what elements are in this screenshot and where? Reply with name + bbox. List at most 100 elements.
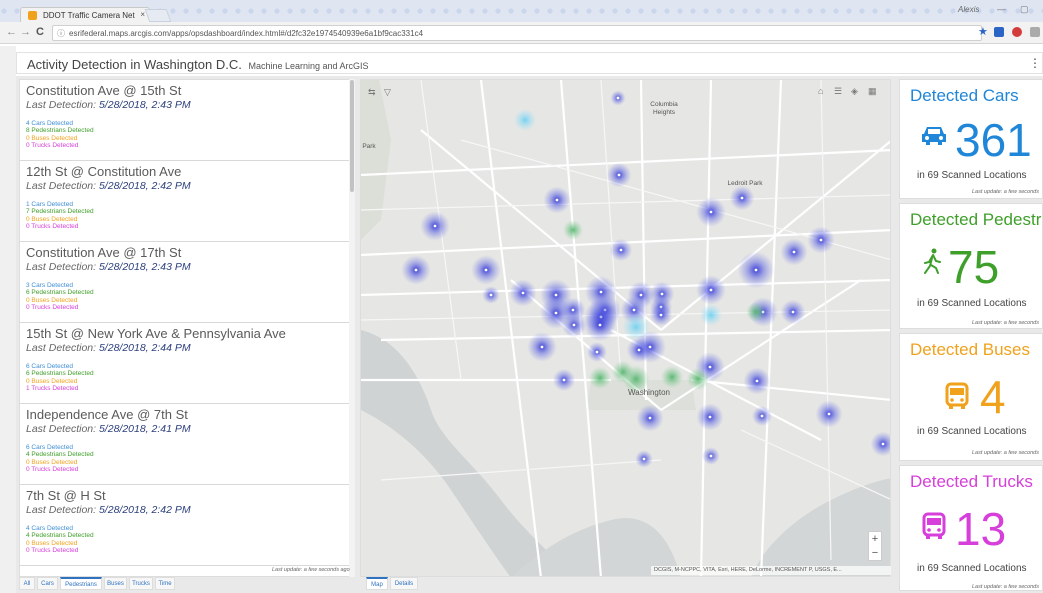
map-label: Ledroit Park [727, 180, 763, 187]
layers-icon[interactable]: ◈ [851, 86, 858, 97]
tab-map[interactable]: Map [366, 577, 388, 590]
decorative-dot [833, 8, 839, 14]
decorative-dot [196, 8, 202, 14]
bookmark-star-icon[interactable]: ★ [978, 25, 988, 38]
detection-counts: 4 Cars Detected 8 Pedestrians Detected 0 B… [26, 120, 350, 149]
list-item[interactable]: Constitution Ave @ 15th St Last Detection… [20, 80, 350, 161]
indicator-subtitle: in 69 Scanned Locations [917, 563, 1027, 574]
map-label: Heights [653, 109, 676, 116]
detection-prefix: Last Detection: [26, 261, 97, 273]
detection-hotspot [660, 365, 684, 389]
browser-tab[interactable]: DDOT Traffic Camera Net × [20, 7, 150, 22]
decorative-dot [287, 8, 293, 14]
list-item[interactable]: Independence Ave @ 7th St Last Detection:… [20, 404, 350, 485]
list-item[interactable]: 15th St @ New York Ave & Pennsylvania Av… [20, 323, 350, 404]
decorative-dot [170, 8, 176, 14]
basemap-gallery-icon[interactable]: ▦ [868, 86, 877, 97]
cars-count: 6 Cars Detected [26, 444, 73, 451]
site-info-icon[interactable]: ⓘ [57, 28, 65, 39]
new-tab-button[interactable] [144, 9, 172, 22]
buses-count: 0 Buses Detected [26, 134, 78, 142]
detection-point [619, 248, 623, 252]
dashboard-subtitle: Machine Learning and ArcGIS [248, 61, 369, 71]
decorative-dot [404, 8, 410, 14]
bus-icon [945, 382, 969, 415]
tab-all[interactable]: All [19, 577, 35, 590]
detection-prefix: Last Detection: [26, 504, 97, 516]
decorative-dot [508, 8, 514, 14]
decorative-dot [599, 8, 605, 14]
detection-point [414, 268, 418, 272]
detection-point [642, 457, 646, 461]
pedestrians-count: 8 Pedestrians Detected [26, 127, 94, 135]
indicator-subtitle: in 69 Scanned Locations [917, 298, 1027, 309]
list-item[interactable]: Constitution Ave @ 17th St Last Detection… [20, 242, 350, 323]
cars-count: 3 Cars Detected [26, 282, 73, 289]
decorative-dot [859, 8, 865, 14]
forward-button[interactable]: → [20, 26, 31, 38]
pedestrians-count: 7 Pedestrians Detected [26, 208, 94, 216]
extension-icon[interactable] [994, 27, 1004, 37]
indicator-title: Detected Buses [910, 340, 1031, 359]
tab-close-icon[interactable]: × [140, 10, 145, 19]
location-title: Constitution Ave @ 17th St [26, 245, 182, 260]
legend-icon[interactable]: ☰ [834, 86, 842, 97]
reload-button[interactable]: C [36, 26, 44, 38]
decorative-dot [612, 8, 618, 14]
decorative-dot [898, 8, 904, 14]
url-field[interactable]: ⓘ esrifederal.maps.arcgis.com/apps/opsda… [52, 25, 982, 41]
decorative-dot [742, 8, 748, 14]
tab-pedestrians[interactable]: Pedestrians [60, 577, 102, 590]
last-detection: Last Detection: 5/28/2018, 2:44 PM [26, 341, 350, 355]
trucks-count: 0 Trucks Detected [26, 141, 79, 149]
back-button[interactable]: ← [6, 26, 17, 38]
list-scroll-thumb[interactable] [350, 80, 354, 192]
indicator-title: Detected Trucks [910, 472, 1033, 491]
zoom-out-button[interactable]: − [869, 546, 881, 560]
decorative-dot [248, 8, 254, 14]
tab-time[interactable]: Time [155, 577, 175, 590]
map-view[interactable]: Columbia Heights Ledroit Park Park Washingto… [360, 79, 891, 577]
layers-toggle-icon[interactable]: ⇆ [368, 87, 376, 98]
page-margin [0, 46, 16, 593]
tab-details[interactable]: Details [390, 577, 418, 590]
dropdown-icon[interactable]: ▽ [384, 87, 391, 98]
pedestrians-count: 4 Pedestrians Detected [26, 451, 94, 459]
extension-icon[interactable] [1012, 27, 1022, 37]
detection-prefix: Last Detection: [26, 180, 97, 192]
detection-counts: 3 Cars Detected 6 Pedestrians Detected 0 B… [26, 282, 350, 311]
restore-button[interactable]: ▢ [1020, 4, 1029, 15]
decorative-dot [625, 8, 631, 14]
detection-time: 5/28/2018, 2:43 PM [98, 99, 191, 111]
last-detection: Last Detection: 5/28/2018, 2:43 PM [26, 260, 350, 274]
trucks-count: 1 Trucks Detected [26, 384, 79, 392]
tab-buses[interactable]: Buses [104, 577, 127, 590]
list-item[interactable]: 12th St @ Constitution Ave Last Detection… [20, 161, 350, 242]
camera-list[interactable]: Constitution Ave @ 15th St Last Detection… [19, 79, 355, 577]
last-detection: Last Detection: 5/28/2018, 2:42 PM [26, 503, 350, 517]
detection-prefix: Last Detection: [26, 423, 97, 435]
home-icon[interactable]: ⌂ [818, 86, 823, 96]
list-item[interactable]: 7th St @ H St Last Detection: 5/28/2018, … [20, 485, 350, 566]
decorative-dot [313, 8, 319, 14]
profile-name[interactable]: Alexis [958, 5, 979, 14]
indicator-value: 75 [948, 241, 1000, 293]
buses-count: 0 Buses Detected [26, 458, 78, 466]
map-canvas[interactable]: ColumbiaHeights Ledroit Park Park Washingto… [361, 80, 891, 577]
decorative-dot [755, 8, 761, 14]
decorative-dot [573, 8, 579, 14]
zoom-in-button[interactable]: + [869, 532, 881, 546]
decorative-dot [872, 8, 878, 14]
map-label: Park [362, 143, 376, 150]
more-menu-icon[interactable]: ⋮ [1029, 56, 1041, 70]
detection-time: 5/28/2018, 2:41 PM [98, 423, 191, 435]
last-detection: Last Detection: 5/28/2018, 2:43 PM [26, 98, 350, 112]
tab-cars[interactable]: Cars [37, 577, 58, 590]
decorative-dot [456, 8, 462, 14]
decorative-dot [430, 8, 436, 14]
minimize-button[interactable]: — [997, 4, 1006, 14]
menu-icon[interactable] [1030, 27, 1040, 37]
detection-hotspot [746, 302, 766, 322]
tab-trucks[interactable]: Trucks [129, 577, 153, 590]
pedestrians-count: 4 Pedestrians Detected [26, 532, 94, 540]
